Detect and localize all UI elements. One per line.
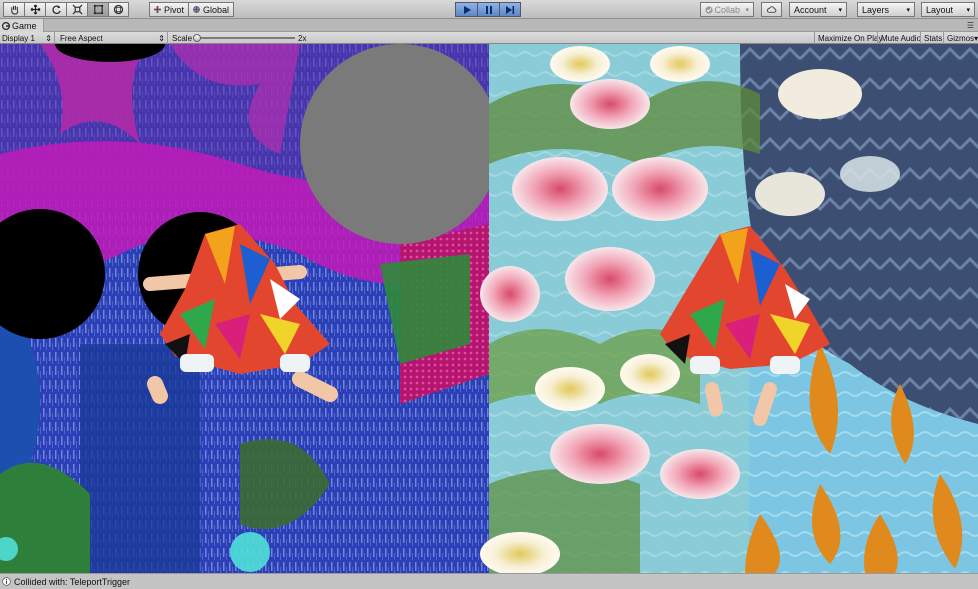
- chevron-down-icon: ▾: [745, 6, 749, 14]
- transform-tool-button[interactable]: [108, 2, 129, 17]
- stats-toggle[interactable]: Stats: [920, 32, 945, 44]
- scale-tool-button[interactable]: [66, 2, 87, 17]
- move-tool-button[interactable]: [24, 2, 45, 17]
- pivot-global-group: Pivot Global: [149, 2, 235, 17]
- maximize-on-play-toggle[interactable]: Maximize On Play: [814, 32, 885, 44]
- chevron-down-icon: ▾: [974, 33, 978, 43]
- display-dropdown[interactable]: Display 1 ⇕: [0, 32, 55, 44]
- layout-label: Layout: [926, 4, 954, 15]
- stats-label: Stats: [924, 33, 943, 43]
- chevron-down-icon: ▾: [966, 6, 970, 14]
- mute-audio-label: Mute Audio: [881, 33, 922, 43]
- play-button[interactable]: [455, 2, 477, 17]
- cloud-button[interactable]: [761, 2, 782, 17]
- rotate-tool-button[interactable]: [45, 2, 66, 17]
- layers-label: Layers: [862, 4, 890, 15]
- chevron-down-icon: ▾: [906, 6, 910, 14]
- game-view-icon: [2, 21, 10, 30]
- left-camera-view: [0, 44, 500, 573]
- rotate-icon: [51, 5, 61, 14]
- gizmos-label: Gizmos: [947, 33, 975, 43]
- scale-slider[interactable]: [193, 34, 296, 42]
- aspect-label: Free Aspect: [60, 33, 103, 43]
- game-render: [0, 44, 978, 573]
- scale-slider-thumb[interactable]: [193, 34, 202, 42]
- collab-button[interactable]: Collab ▾: [700, 2, 754, 17]
- rect-tool-icon: [93, 4, 103, 15]
- updown-arrows-icon: ⇕: [45, 33, 52, 43]
- global-toggle[interactable]: Global: [189, 2, 235, 17]
- global-label: Global: [203, 4, 230, 15]
- scale-control: Scale 2x: [170, 32, 320, 44]
- collab-label: Collab: [714, 4, 740, 15]
- scale-value: 2x: [298, 33, 307, 43]
- status-message: Collided with: TeleportTrigger: [14, 576, 131, 587]
- chevron-down-icon: ▾: [838, 6, 842, 14]
- transform-icon: [113, 4, 124, 15]
- tab-game-label: Game: [12, 20, 37, 31]
- hand-icon: [10, 5, 18, 15]
- game-view-toolbar: Display 1 ⇕ Free Aspect ⇕ Scale 2x Maxim…: [0, 32, 978, 44]
- pause-icon: [485, 5, 492, 14]
- hand-tool-button[interactable]: [3, 2, 24, 17]
- panel-menu-icon[interactable]: ☰: [967, 21, 974, 30]
- scale-icon: [72, 4, 82, 15]
- play-controls: [455, 2, 521, 17]
- mute-audio-toggle[interactable]: Mute Audio: [877, 32, 924, 44]
- account-dropdown[interactable]: Account ▾: [789, 2, 847, 17]
- layout-dropdown[interactable]: Layout ▾: [921, 2, 975, 17]
- pivot-icon: [154, 6, 161, 13]
- pivot-toggle[interactable]: Pivot: [149, 2, 190, 17]
- transform-tools: [3, 2, 129, 17]
- tab-bar: Game ☰: [0, 19, 978, 32]
- maximize-on-play-label: Maximize On Play: [818, 33, 883, 43]
- account-label: Account: [794, 4, 827, 15]
- step-icon: [506, 5, 515, 14]
- play-icon: [463, 5, 471, 14]
- globe-icon: [193, 6, 200, 13]
- cloud-icon: [767, 6, 777, 13]
- layers-dropdown[interactable]: Layers ▾: [857, 2, 915, 17]
- pivot-label: Pivot: [164, 4, 185, 15]
- rect-tool-button[interactable]: [87, 2, 108, 17]
- gizmos-dropdown[interactable]: Gizmos ▾: [943, 32, 978, 44]
- console-status-bar[interactable]: Collided with: TeleportTrigger: [0, 573, 978, 589]
- step-button[interactable]: [499, 2, 521, 17]
- updown-arrows-icon: ⇕: [158, 33, 165, 43]
- pause-button[interactable]: [477, 2, 499, 17]
- scale-label: Scale: [172, 33, 193, 43]
- check-icon: [705, 5, 713, 14]
- game-viewport[interactable]: [0, 44, 978, 573]
- aspect-dropdown[interactable]: Free Aspect ⇕: [58, 32, 168, 44]
- display-label: Display 1: [2, 33, 35, 43]
- tab-game[interactable]: Game: [0, 19, 44, 32]
- move-icon: [30, 4, 40, 15]
- main-toolbar: Pivot Global Collab ▾ Account ▾ Layers ▾…: [0, 0, 978, 19]
- right-camera-view: [480, 44, 978, 573]
- info-icon: [2, 577, 11, 586]
